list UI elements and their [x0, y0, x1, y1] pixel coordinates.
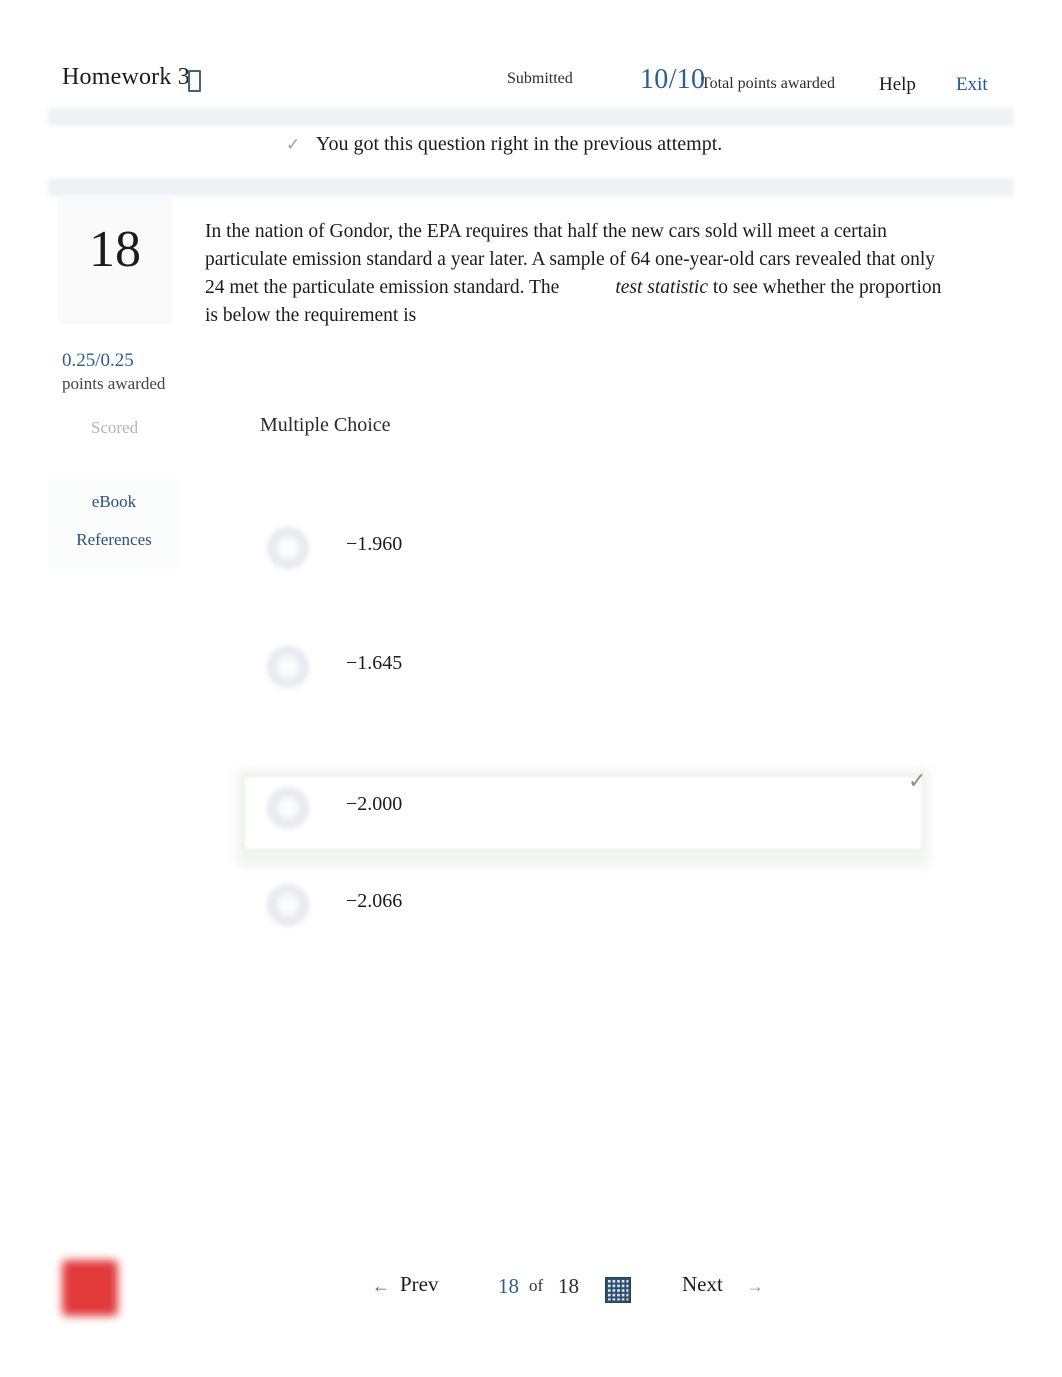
ebook-link[interactable]: eBook — [48, 492, 180, 512]
points-awarded-value: 0.25/0.25 — [62, 350, 134, 371]
question-text: In the nation of Gondor, the EPA require… — [205, 218, 950, 330]
radio-icon[interactable] — [266, 786, 310, 830]
prev-button[interactable]: Prev — [400, 1272, 439, 1297]
total-pages-number: 18 — [558, 1274, 579, 1298]
bookmark-icon[interactable] — [188, 70, 201, 92]
answer-option-label[interactable]: −2.000 — [346, 793, 402, 816]
question-grid-icon[interactable] — [605, 1277, 631, 1303]
flag-icon[interactable] — [62, 1260, 118, 1316]
question-type-label: Multiple Choice — [260, 414, 391, 436]
banner-strip-top — [48, 108, 1014, 126]
prev-arrow-icon[interactable]: ← — [372, 1276, 390, 1297]
page-header: Homework 3 Submitted 10/10 Total points … — [0, 0, 1062, 108]
references-link[interactable]: References — [48, 530, 180, 550]
page-of-label: of — [529, 1276, 544, 1295]
next-button[interactable]: Next — [682, 1272, 723, 1297]
correct-check-icon: ✓ — [908, 768, 927, 793]
answer-options-list: −1.960 −1.645 −2.000 ✓ −2.066 — [236, 500, 936, 976]
page-footer: ← Prev 18 of 18 Next → — [0, 1248, 1062, 1343]
exit-link[interactable]: Exit — [956, 74, 988, 96]
answer-option-selected[interactable]: −2.000 ✓ — [236, 738, 936, 868]
question-number-box: 18 — [58, 196, 172, 324]
current-page-number: 18 — [498, 1274, 519, 1298]
status-badge: Submitted — [507, 70, 573, 87]
check-icon: ✓ — [286, 135, 301, 154]
previous-attempt-banner: ✓ You got this question right in the prev… — [286, 133, 926, 156]
answer-option-label[interactable]: −1.645 — [346, 652, 402, 675]
scored-label: Scored — [90, 418, 139, 437]
answer-option[interactable]: −1.960 — [236, 500, 936, 619]
page-title: Homework 3 — [62, 64, 190, 90]
assignment-page: Homework 3 Submitted 10/10 Total points … — [0, 0, 1062, 1377]
previous-attempt-message: You got this question right in the previ… — [316, 133, 723, 155]
radio-icon[interactable] — [266, 883, 310, 927]
answer-option-label[interactable]: −1.960 — [346, 533, 402, 556]
question-number: 18 — [89, 221, 141, 278]
total-score-label: Total points awarded — [701, 75, 835, 92]
question-emphasis: test statistic — [615, 277, 708, 298]
radio-icon[interactable] — [266, 526, 310, 570]
help-link[interactable]: Help — [879, 74, 916, 96]
answer-option-label[interactable]: −2.066 — [346, 890, 402, 913]
next-arrow-icon[interactable]: → — [746, 1276, 764, 1297]
total-score: 10/10 — [640, 64, 706, 95]
radio-icon[interactable] — [266, 645, 310, 689]
banner-strip-bottom — [48, 178, 1014, 196]
answer-option[interactable]: −2.066 — [236, 857, 936, 976]
answer-option[interactable]: −1.645 — [236, 619, 936, 738]
points-awarded-label: points awarded — [62, 374, 166, 393]
